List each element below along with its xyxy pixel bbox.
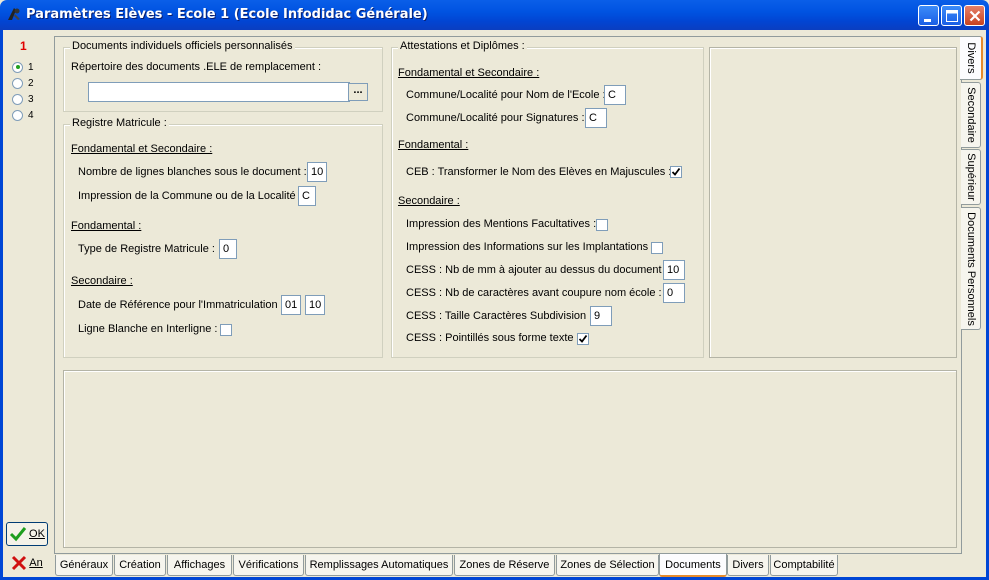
cess-pointilles-label: CESS : Pointillés sous forme texte :	[406, 332, 580, 344]
signatures-label: Commune/Localité pour Signatures :	[406, 112, 585, 124]
radio-button[interactable]	[12, 61, 23, 73]
cess-mm-input[interactable]: 10	[663, 260, 685, 280]
attestations-group: Attestations et Diplômes : Fondamental e…	[391, 40, 704, 358]
documents-group-title: Documents individuels officiels personna…	[70, 40, 295, 52]
right-empty-panel	[709, 47, 957, 358]
radio-button[interactable]	[12, 77, 23, 89]
date-month-input[interactable]: 10	[305, 295, 325, 315]
tab-divers-vertical[interactable]: Divers	[960, 36, 983, 80]
browse-button[interactable]: ...	[348, 83, 368, 101]
cess-taille-label: CESS : Taille Caractères Subdivision :	[406, 310, 593, 322]
date-reference-label: Date de Référence pour l'Immatriculation…	[78, 299, 284, 311]
lignes-label: Nombre de lignes blanches sous le docume…	[78, 166, 307, 178]
window-title: Paramètres Elèves - Ecole 1 (Ecole Infod…	[26, 7, 428, 22]
commune-label: Impression de la Commune ou de la Locali…	[78, 190, 302, 202]
title-bar[interactable]: Paramètres Elèves - Ecole 1 (Ecole Infod…	[0, 0, 989, 30]
signatures-input[interactable]: C	[585, 108, 607, 128]
check-icon	[671, 167, 681, 176]
tab-label: Supérieur	[964, 153, 977, 201]
maximize-button[interactable]	[941, 5, 962, 26]
mentions-checkbox[interactable]	[596, 219, 608, 231]
cross-icon	[12, 555, 27, 571]
minimize-icon	[924, 19, 931, 22]
radio-option-2[interactable]: 2	[12, 76, 34, 90]
repertoire-label: Répertoire des documents .ELE de remplac…	[71, 61, 322, 73]
type-registre-input[interactable]: 0	[219, 239, 237, 259]
radio-label: 4	[28, 109, 34, 121]
ceb-label: CEB : Transformer le Nom des Elèves en M…	[406, 166, 672, 178]
radio-option-4[interactable]: 4	[12, 108, 34, 122]
date-day-input[interactable]: 01	[281, 295, 301, 315]
interligne-label: Ligne Blanche en Interligne :	[78, 323, 218, 335]
tab-comptabilite[interactable]: Comptabilité	[770, 555, 838, 576]
implantations-label: Impression des Informations sur les Impl…	[406, 241, 655, 253]
attestations-group-title: Attestations et Diplômes :	[398, 40, 527, 52]
ceb-checkbox[interactable]	[670, 166, 682, 178]
radio-label: 2	[28, 77, 34, 89]
attest-section-sec: Secondaire :	[398, 195, 460, 207]
radio-button[interactable]	[12, 109, 23, 121]
cess-car-input[interactable]: 0	[663, 283, 685, 303]
close-icon	[969, 10, 981, 22]
attest-section-fond-sec: Fondamental et Secondaire :	[398, 67, 540, 79]
close-button[interactable]	[964, 5, 985, 26]
bottom-empty-panel	[63, 370, 957, 548]
checkmark-icon	[9, 527, 27, 542]
school-number: 1	[20, 39, 27, 53]
cancel-button[interactable]: An	[6, 551, 48, 575]
check-icon	[578, 334, 588, 343]
documents-group: Documents individuels officiels personna…	[63, 40, 383, 112]
tab-affichages[interactable]: Affichages	[167, 555, 232, 576]
tab-documents[interactable]: Documents	[659, 554, 727, 577]
interligne-checkbox[interactable]	[220, 324, 232, 336]
cancel-label: An	[29, 557, 43, 569]
radio-button[interactable]	[12, 93, 23, 105]
app-icon	[8, 8, 20, 20]
cess-taille-input[interactable]: 9	[590, 306, 612, 326]
implantations-checkbox[interactable]	[651, 242, 663, 254]
tab-documents-personnels[interactable]: Documents Personnels	[961, 207, 981, 330]
cess-car-label: CESS : Nb de caractères avant coupure no…	[406, 287, 662, 299]
tab-superieur[interactable]: Supérieur	[961, 149, 981, 205]
radio-option-3[interactable]: 3	[12, 92, 34, 106]
radio-label: 1	[28, 61, 34, 73]
radio-label: 3	[28, 93, 34, 105]
tab-label: Secondaire	[964, 87, 977, 143]
registre-group: Registre Matricule : Fondamental et Seco…	[63, 117, 383, 358]
cess-pointilles-checkbox[interactable]	[577, 333, 589, 345]
type-registre-label: Type de Registre Matricule :	[78, 243, 215, 255]
commune-input[interactable]: C	[298, 186, 316, 206]
nom-ecole-label: Commune/Localité pour Nom de l'Ecole :	[406, 89, 606, 101]
lignes-input[interactable]: 10	[307, 162, 327, 182]
repertoire-input[interactable]	[88, 82, 350, 102]
mentions-label: Impression des Mentions Facultatives :	[406, 218, 597, 230]
tab-zones-de-reserve[interactable]: Zones de Réserve	[454, 555, 555, 576]
ok-button[interactable]: OK	[6, 522, 48, 546]
tab-zones-de-selection[interactable]: Zones de Sélection	[556, 555, 659, 576]
cess-mm-label: CESS : Nb de mm à ajouter au dessus du d…	[406, 264, 668, 276]
registre-section-fond: Fondamental :	[71, 220, 142, 232]
registre-group-title: Registre Matricule :	[70, 117, 169, 129]
nom-ecole-input[interactable]: C	[604, 85, 626, 105]
tab-divers[interactable]: Divers	[727, 555, 769, 576]
tab-creation[interactable]: Création	[114, 555, 166, 576]
attest-section-fond: Fondamental :	[398, 139, 469, 151]
tab-secondaire[interactable]: Secondaire	[961, 82, 981, 148]
tab-label: Documents Personnels	[964, 211, 977, 326]
registre-section-sec: Secondaire :	[71, 275, 133, 287]
maximize-icon	[946, 10, 958, 22]
tab-label: Divers	[964, 42, 977, 74]
radio-option-1[interactable]: 1	[12, 60, 34, 74]
tab-generaux[interactable]: Généraux	[55, 555, 113, 576]
registre-section-fond-sec: Fondamental et Secondaire :	[71, 143, 213, 155]
tab-remplissages-automatiques[interactable]: Remplissages Automatiques	[305, 555, 453, 576]
tab-verifications[interactable]: Vérifications	[233, 555, 304, 576]
ok-label: OK	[29, 528, 45, 540]
minimize-button[interactable]	[918, 5, 939, 26]
